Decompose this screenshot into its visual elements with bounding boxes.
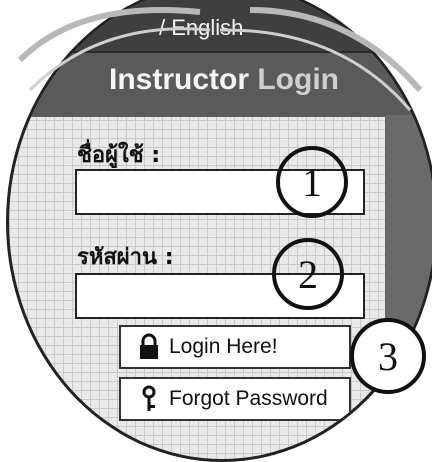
username-label: ชื่อผู้ใช้ : — [77, 143, 161, 168]
magnified-view: / English Instructor Login ชื่อผู้ใช้ : … — [6, 0, 432, 462]
forgot-password-button[interactable]: Forgot Password — [119, 377, 351, 421]
language-bar: / English — [9, 0, 432, 51]
english-language-link[interactable]: / English — [159, 15, 243, 41]
panel-title-main: Instructor — [109, 63, 250, 96]
login-button[interactable]: Login Here! — [119, 325, 351, 369]
panel-title-accent: Login — [257, 63, 339, 96]
key-icon — [142, 385, 156, 411]
lock-icon — [140, 333, 158, 359]
login-panel-header: Instructor Login — [9, 51, 432, 117]
callout-2: 2 — [272, 238, 344, 310]
login-button-label: Login Here! — [169, 335, 278, 358]
callout-3: 3 — [350, 318, 426, 394]
password-label: รหัสผ่าน : — [77, 245, 174, 270]
callout-1: 1 — [276, 146, 348, 218]
panel-title: Instructor Login — [109, 63, 339, 97]
forgot-password-label: Forgot Password — [169, 387, 328, 410]
